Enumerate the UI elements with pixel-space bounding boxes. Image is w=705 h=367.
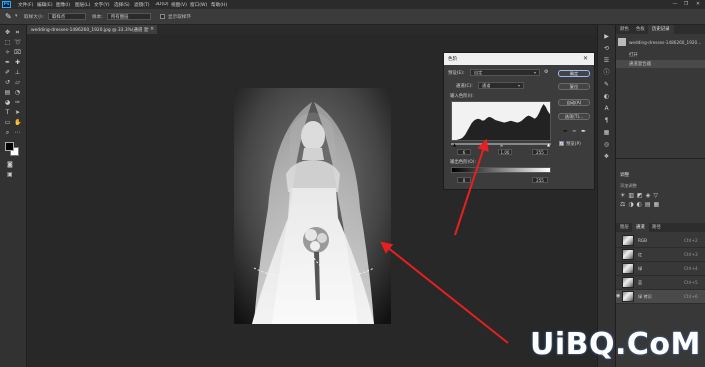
channel-row-red[interactable]: 红 Ctrl+3 <box>616 248 705 262</box>
panel-divider <box>616 158 705 159</box>
glyph-icon[interactable]: ◎ <box>603 141 610 148</box>
libraries-icon[interactable]: ❖ <box>603 153 610 160</box>
channel-name: 绿 拷贝 <box>638 294 652 299</box>
channel-row-green[interactable]: 绿 Ctrl+4 <box>616 262 705 276</box>
channel-shortcut: Ctrl+3 <box>684 252 698 257</box>
foreground-color-swatch[interactable] <box>5 142 14 151</box>
channel-row-green-copy[interactable]: ◉ 绿 拷贝 Ctrl+6 <box>616 290 705 304</box>
channel-shortcut: Ctrl+4 <box>684 266 698 271</box>
channel-shortcut: Ctrl+6 <box>684 294 698 299</box>
history-icon[interactable]: ⟲ <box>603 45 610 52</box>
history-item-active-row[interactable]: 通道混合器 <box>616 60 705 68</box>
play-icon[interactable]: ▶ <box>603 33 610 40</box>
channel-shortcut: Ctrl+2 <box>684 238 698 243</box>
channel-thumb <box>622 277 634 288</box>
channel-name: 绿 <box>638 266 643 271</box>
channel-thumb <box>622 263 634 274</box>
tab-color[interactable]: 颜色 <box>616 25 633 34</box>
visibility-eye-icon[interactable]: ◉ <box>616 293 620 299</box>
adjustments-title: 调整 <box>620 173 630 178</box>
tab-history[interactable]: 历史记录 <box>648 25 674 34</box>
properties-icon[interactable]: ☰ <box>603 57 610 64</box>
bottom-tab-bar: 图层 通道 路径 <box>616 223 705 232</box>
history-item-open[interactable]: 打开 <box>629 52 638 58</box>
channel-name: 蓝 <box>638 280 643 285</box>
brush-settings-icon[interactable]: ✎ <box>603 81 610 88</box>
top-tab-bar: 颜色 色板 历史记录 <box>616 25 705 34</box>
channel-row-rgb[interactable]: RGB Ctrl+2 <box>616 234 705 248</box>
adjustments-subtitle: 添加调整 <box>620 183 637 188</box>
layer-comp-icon[interactable]: ▦ <box>603 129 610 136</box>
arrow-to-photo <box>380 241 509 344</box>
tab-swatches[interactable]: 色板 <box>632 25 649 34</box>
history-item-mixer: 通道混合器 <box>629 62 651 67</box>
character-icon[interactable]: A <box>603 105 610 112</box>
tab-paths[interactable]: 路径 <box>648 223 665 232</box>
channel-name: 红 <box>638 252 643 257</box>
channel-thumb <box>622 235 634 246</box>
adjustment-icons-grid[interactable]: ☀▥◩◈▽ ⚖◑◐▤▦ <box>620 191 702 213</box>
channel-thumb <box>622 249 634 260</box>
channel-row-blue[interactable]: 蓝 Ctrl+5 <box>616 276 705 290</box>
info-icon[interactable]: ⓘ <box>603 69 610 76</box>
watermark-logo: UiBQ.CoM <box>530 327 701 362</box>
history-snapshot-thumb <box>618 38 626 46</box>
channel-name: RGB <box>638 238 648 243</box>
channel-thumb <box>622 291 634 302</box>
paragraph-icon[interactable]: ¶ <box>603 117 610 124</box>
tab-channels[interactable]: 通道 <box>632 223 649 232</box>
history-doc-name[interactable]: wedding-dresses-1486260_1920... <box>629 40 704 45</box>
panel-icon-strip: ▶ ⟲ ☰ ⓘ ✎ ◐ A ¶ ▦ ◎ ❖ <box>597 25 615 367</box>
arrow-to-histogram <box>454 138 489 236</box>
adjust-icon[interactable]: ◐ <box>603 93 610 100</box>
tab-layers[interactable]: 图层 <box>616 223 633 232</box>
right-panel: 颜色 色板 历史记录 wedding-dresses-1486260_1920.… <box>615 25 705 367</box>
channel-shortcut: Ctrl+5 <box>684 280 698 285</box>
